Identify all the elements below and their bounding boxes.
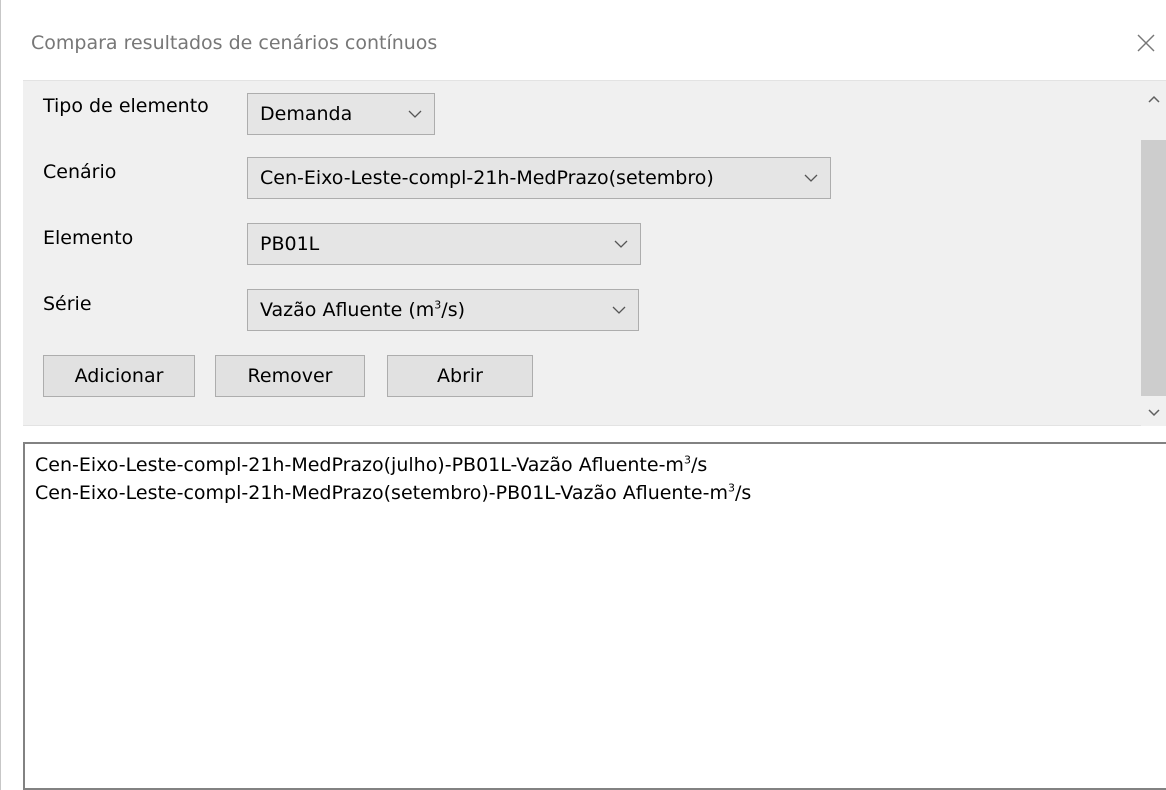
- open-button[interactable]: Abrir: [387, 355, 533, 397]
- list-item-superscript: 3: [727, 481, 735, 495]
- cenario-value: Cen-Eixo-Leste-compl-21h-MedPrazo(setemb…: [260, 167, 714, 189]
- list-item[interactable]: Cen-Eixo-Leste-compl-21h-MedPrazo(setemb…: [35, 482, 751, 504]
- scroll-up-arrow-icon: [1148, 95, 1160, 103]
- left-margin: [9, 426, 23, 790]
- serie-value-unit: /s): [441, 299, 466, 321]
- chevron-down-icon: [614, 240, 628, 248]
- tipo-elemento-label: Tipo de elemento: [43, 95, 209, 117]
- title-bar[interactable]: Compara resultados de cenários contínuos: [1, 0, 1166, 80]
- open-button-label: Abrir: [437, 365, 483, 387]
- selection-panel: Tipo de elemento Demanda Cenário Cen-Eix…: [23, 80, 1166, 426]
- chevron-down-icon: [804, 174, 818, 182]
- tipo-elemento-value: Demanda: [260, 103, 353, 125]
- series-list[interactable]: Cen-Eixo-Leste-compl-21h-MedPrazo(julho)…: [23, 442, 1166, 790]
- remove-button[interactable]: Remover: [215, 355, 365, 397]
- list-item-text: Cen-Eixo-Leste-compl-21h-MedPrazo(setemb…: [35, 482, 728, 504]
- chevron-down-icon: [612, 306, 626, 314]
- elemento-value: PB01L: [260, 233, 320, 255]
- window-title: Compara resultados de cenários contínuos: [31, 32, 438, 54]
- scroll-up-button[interactable]: [1141, 86, 1166, 112]
- scrollbar-thumb[interactable]: [1141, 140, 1166, 396]
- cenario-select[interactable]: Cen-Eixo-Leste-compl-21h-MedPrazo(setemb…: [247, 157, 831, 199]
- elemento-label: Elemento: [43, 227, 134, 249]
- list-item-unit: /s: [690, 454, 708, 476]
- chevron-down-icon: [408, 110, 422, 118]
- list-item[interactable]: Cen-Eixo-Leste-compl-21h-MedPrazo(julho)…: [35, 454, 707, 476]
- list-item-unit: /s: [734, 482, 752, 504]
- serie-value: Vazão Afluente (m3/s): [260, 299, 465, 321]
- serie-label: Série: [43, 293, 92, 315]
- tipo-elemento-select[interactable]: Demanda: [247, 93, 435, 135]
- cenario-label: Cenário: [43, 161, 117, 183]
- dialog-window: Compara resultados de cenários contínuos…: [0, 0, 1166, 790]
- serie-value-text: Vazão Afluente (m: [260, 299, 435, 321]
- close-button[interactable]: [1131, 28, 1161, 58]
- add-button-label: Adicionar: [74, 365, 164, 387]
- list-item-text: Cen-Eixo-Leste-compl-21h-MedPrazo(julho)…: [35, 454, 684, 476]
- close-icon: [1137, 34, 1155, 52]
- list-item-superscript: 3: [683, 453, 691, 467]
- panel-scrollbar[interactable]: [1141, 86, 1166, 426]
- remove-button-label: Remover: [247, 365, 333, 387]
- serie-select[interactable]: Vazão Afluente (m3/s): [247, 289, 639, 331]
- elemento-select[interactable]: PB01L: [247, 223, 641, 265]
- add-button[interactable]: Adicionar: [43, 355, 195, 397]
- scroll-down-arrow-icon: [1148, 409, 1160, 417]
- scroll-down-button[interactable]: [1141, 400, 1166, 426]
